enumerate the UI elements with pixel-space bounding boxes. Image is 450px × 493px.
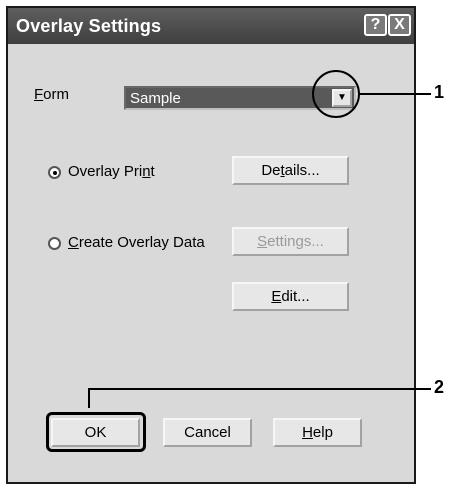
callout-line-2-horizontal <box>88 388 431 390</box>
help-icon[interactable]: ? <box>364 14 387 36</box>
radio-selected-dot <box>53 171 57 175</box>
callout-number-1: 1 <box>434 82 445 102</box>
create-overlay-text: reate Overlay Data <box>78 234 205 251</box>
callout-line-2-vertical <box>88 388 90 408</box>
ok-button[interactable]: OK <box>51 418 140 447</box>
close-icon[interactable]: X <box>388 14 411 36</box>
edit-mnemonic: E <box>271 288 282 305</box>
create-overlay-mnemonic: C <box>68 234 79 251</box>
help-text: elp <box>312 424 333 441</box>
create-overlay-data-radio[interactable] <box>48 237 61 250</box>
callout-circle-1 <box>312 70 360 118</box>
title-bar: Overlay Settings ? X <box>8 8 414 44</box>
overlay-settings-dialog: Overlay Settings ? X Form Sample ▼ Overl… <box>6 6 416 484</box>
overlay-print-text-1: Overlay Pri <box>68 163 143 180</box>
help-button[interactable]: Help <box>273 418 362 447</box>
edit-text: dit... <box>281 288 310 305</box>
help-mnemonic: H <box>302 424 313 441</box>
settings-mnemonic: S <box>257 233 268 250</box>
details-text-1: De <box>261 162 281 179</box>
form-label-text: orm <box>43 86 70 103</box>
details-button[interactable]: Details... <box>232 156 349 185</box>
cancel-button[interactable]: Cancel <box>163 418 252 447</box>
form-label-mnemonic: F <box>34 86 44 103</box>
form-select-value: Sample <box>130 90 181 107</box>
settings-button: Settings... <box>232 227 349 256</box>
form-label: Form <box>34 86 69 103</box>
overlay-print-text-2: t <box>150 163 155 180</box>
overlay-print-mnemonic: n <box>142 163 151 180</box>
create-overlay-data-label[interactable]: Create Overlay Data <box>68 234 205 251</box>
callout-line-1 <box>359 93 431 95</box>
callout-number-2: 2 <box>434 377 445 397</box>
edit-button[interactable]: Edit... <box>232 282 349 311</box>
overlay-print-radio[interactable] <box>48 166 61 179</box>
overlay-print-label[interactable]: Overlay Print <box>68 163 155 180</box>
settings-text: ettings... <box>267 233 324 250</box>
dialog-title: Overlay Settings <box>16 16 162 36</box>
details-text-2: ails... <box>284 162 320 179</box>
